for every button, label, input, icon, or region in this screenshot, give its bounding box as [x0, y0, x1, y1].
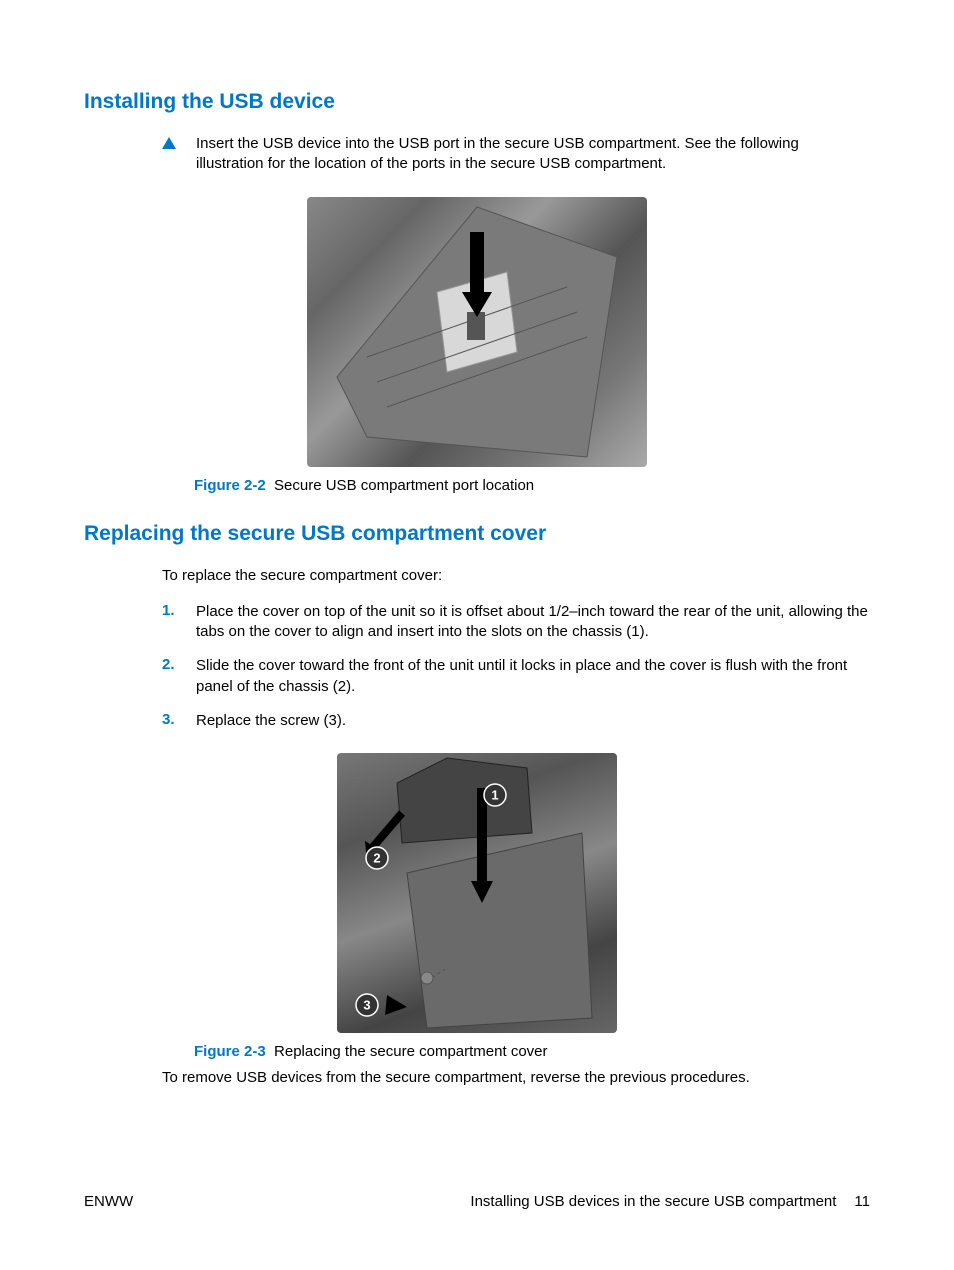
- callout-1: 1: [491, 787, 498, 802]
- intro-paragraph: To replace the secure compartment cover:: [162, 566, 870, 586]
- figure-2-2-caption: Figure 2-2 Secure USB compartment port l…: [194, 477, 870, 494]
- step-1: 1. Place the cover on top of the unit so…: [162, 602, 870, 643]
- step-2: 2. Slide the cover toward the front of t…: [162, 656, 870, 697]
- figure-label: Figure 2-2: [194, 477, 266, 494]
- page-number: 11: [854, 1193, 870, 1210]
- callout-3: 3: [363, 997, 370, 1012]
- figure-label: Figure 2-3: [194, 1043, 266, 1060]
- bullet-text: Insert the USB device into the USB port …: [196, 134, 870, 175]
- closing-paragraph: To remove USB devices from the secure co…: [162, 1068, 870, 1088]
- figure-caption-text: Replacing the secure compartment cover: [274, 1043, 547, 1060]
- step-3: 3. Replace the screw (3).: [162, 711, 870, 731]
- callout-2: 2: [373, 850, 380, 865]
- step-number: 1.: [162, 602, 196, 619]
- step-text: Place the cover on top of the unit so it…: [196, 602, 870, 643]
- section-heading-replacing-cover: Replacing the secure USB compartment cov…: [84, 522, 870, 546]
- figure-2-2-container: [84, 197, 870, 467]
- step-text: Slide the cover toward the front of the …: [196, 656, 870, 697]
- page-footer: ENWW Installing USB devices in the secur…: [84, 1193, 870, 1210]
- step-number: 2.: [162, 656, 196, 673]
- triangle-bullet-icon: [162, 134, 196, 149]
- figure-2-3-container: 1 2 3: [84, 753, 870, 1033]
- footer-section-title: Installing USB devices in the secure USB…: [470, 1193, 836, 1210]
- footer-left: ENWW: [84, 1193, 133, 1210]
- bullet-item: Insert the USB device into the USB port …: [162, 134, 870, 175]
- section-heading-installing-usb: Installing the USB device: [84, 90, 870, 114]
- step-number: 3.: [162, 711, 196, 728]
- figure-2-2-image: [307, 197, 647, 467]
- figure-2-3-image: 1 2 3: [337, 753, 617, 1033]
- step-text: Replace the screw (3).: [196, 711, 870, 731]
- figure-2-3-caption: Figure 2-3 Replacing the secure compartm…: [194, 1043, 870, 1060]
- figure-caption-text: Secure USB compartment port location: [274, 477, 534, 494]
